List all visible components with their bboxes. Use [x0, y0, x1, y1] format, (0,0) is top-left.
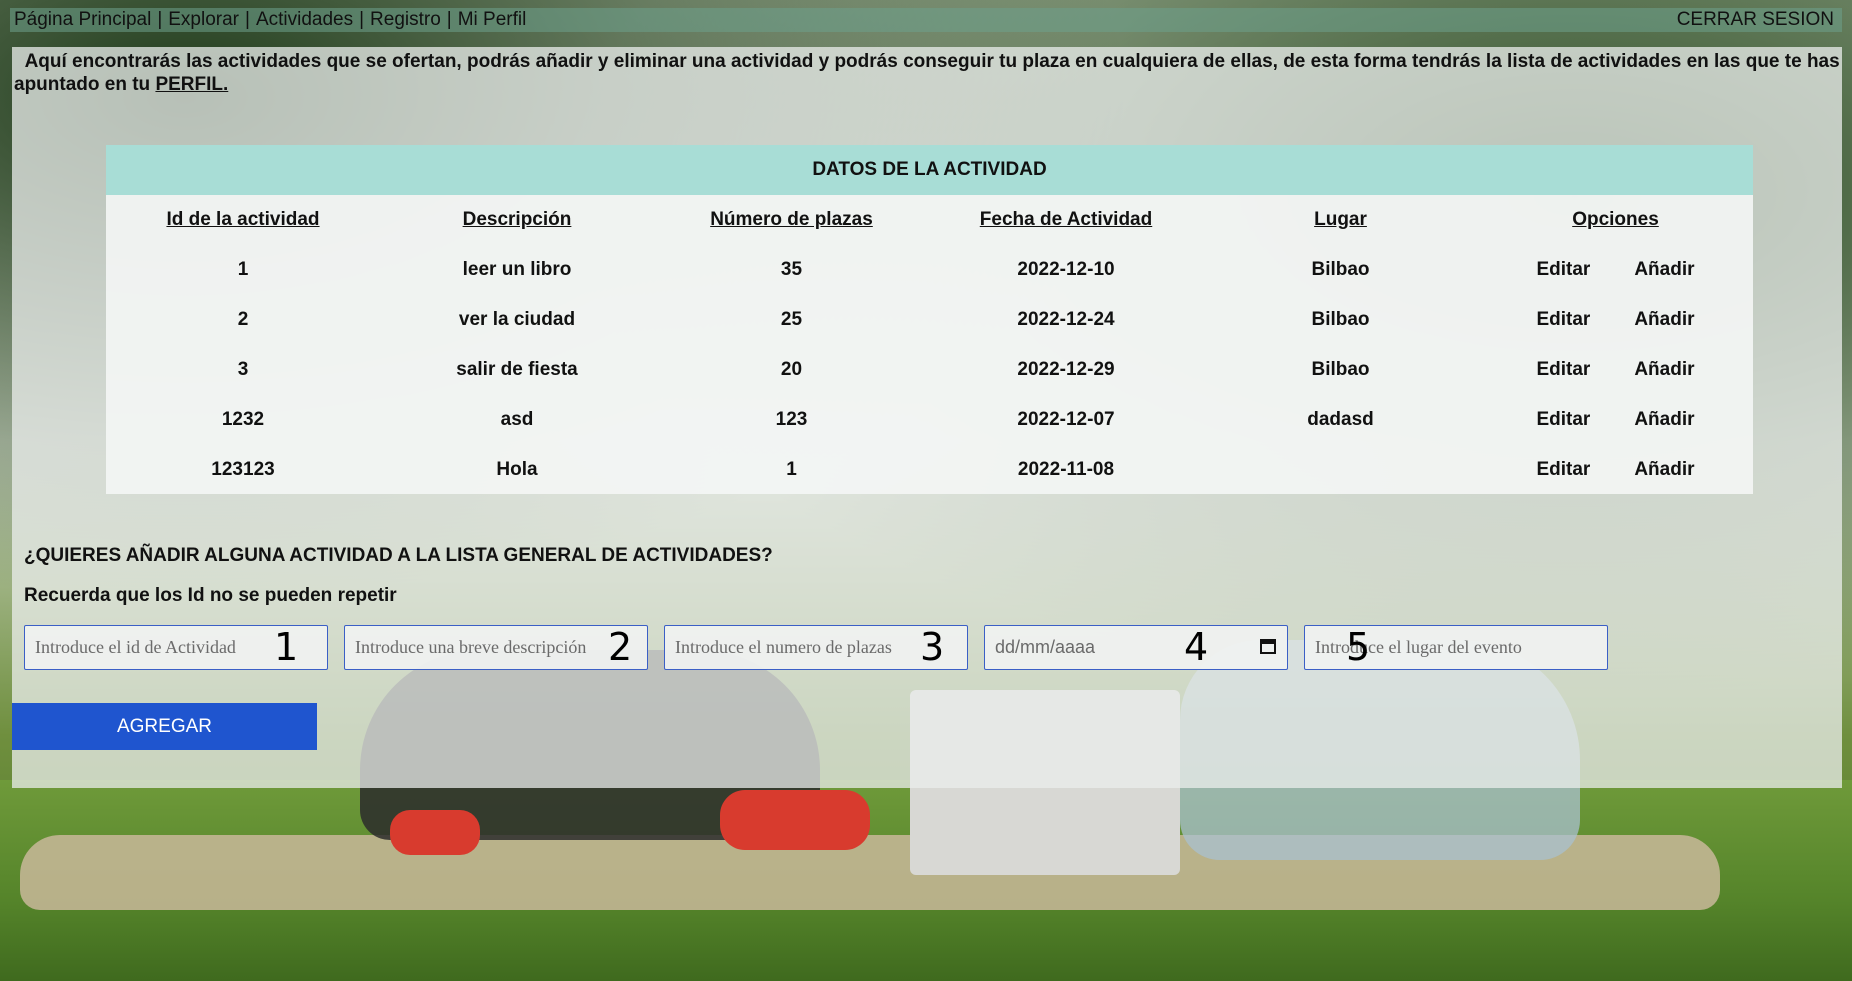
cell-date: 2022-12-29 — [1017, 359, 1115, 380]
id-field-wrapper: 1 — [24, 625, 328, 670]
cell-date: 2022-12-10 — [1017, 259, 1115, 280]
cell-id: 2 — [237, 309, 249, 330]
cell-description: ver la ciudad — [458, 309, 576, 330]
cell-date: 2022-12-07 — [1017, 409, 1115, 430]
nav-separator: | — [359, 9, 365, 30]
cell-options: Editar Añadir — [1478, 345, 1753, 395]
calendar-icon[interactable] — [1260, 639, 1276, 654]
cell-seats: 123 — [775, 409, 808, 430]
nav-links: Página Principal | Explorar | Actividade… — [10, 9, 526, 31]
id-reminder: Recuerda que los Id no se pueden repetir — [24, 585, 397, 606]
date-input[interactable] — [984, 625, 1288, 670]
profile-link[interactable]: PERFIL. — [155, 74, 228, 95]
logout-link[interactable]: CERRAR SESION — [1677, 9, 1842, 31]
cell-date: 2022-12-24 — [1017, 309, 1115, 330]
nav-profile[interactable]: Mi Perfil — [458, 9, 527, 31]
cell-options: Editar Añadir — [1478, 295, 1753, 345]
header-place: Lugar — [1314, 209, 1367, 230]
cell-place: Bilbao — [1311, 309, 1370, 330]
header-description: Descripción — [462, 209, 572, 230]
table-row: 1232 asd 123 2022-12-07 dadasd Editar Aña… — [106, 395, 1753, 445]
main-panel: Aquí encontrarás las actividades que se … — [12, 47, 1842, 788]
seats-field-wrapper: 3 — [664, 625, 968, 670]
cell-id: 1232 — [221, 409, 265, 430]
nav-separator: | — [446, 9, 452, 30]
date-field-wrapper: 4 — [984, 625, 1288, 670]
place-input[interactable] — [1304, 625, 1608, 670]
nav-separator: | — [245, 9, 250, 30]
cell-place — [1203, 445, 1478, 495]
add-button[interactable]: Añadir — [1634, 259, 1694, 281]
place-field-wrapper: 5 — [1304, 625, 1608, 670]
add-activity-form: 1 2 3 4 5 — [24, 625, 1608, 670]
add-button[interactable]: Añadir — [1634, 459, 1694, 481]
activities-table: DATOS DE LA ACTIVIDAD Id de la actividad… — [106, 145, 1753, 494]
add-button[interactable]: Añadir — [1634, 359, 1694, 381]
cell-id: 123123 — [211, 459, 275, 480]
description-field-wrapper: 2 — [344, 625, 648, 670]
nav-activities[interactable]: Actividades — [256, 9, 353, 31]
cell-description: asd — [500, 409, 534, 430]
edit-button[interactable]: Editar — [1536, 459, 1590, 481]
cell-date: 2022-11-08 — [1017, 459, 1115, 480]
activities-grid: Id de la actividad Descripción Número de… — [106, 195, 1753, 495]
table-header-row: Id de la actividad Descripción Número de… — [106, 195, 1753, 245]
cell-description: leer un libro — [462, 259, 572, 280]
agregar-button[interactable]: AGREGAR — [12, 703, 317, 750]
cell-id: 1 — [237, 259, 249, 280]
nav-explore[interactable]: Explorar — [168, 9, 239, 31]
cell-seats: 35 — [780, 259, 803, 280]
cell-seats: 1 — [786, 459, 797, 480]
description-input[interactable] — [344, 625, 648, 670]
nav-home[interactable]: Página Principal — [14, 9, 151, 31]
intro-body: Aquí encontrarás las actividades que se … — [14, 51, 1840, 95]
nav-register[interactable]: Registro — [370, 9, 441, 31]
table-row: 1 leer un libro 35 2022-12-10 Bilbao Edi… — [106, 245, 1753, 295]
cell-description: salir de fiesta — [456, 359, 578, 380]
edit-button[interactable]: Editar — [1536, 359, 1590, 381]
activity-id-input[interactable] — [24, 625, 328, 670]
edit-button[interactable]: Editar — [1536, 309, 1590, 331]
cell-options: Editar Añadir — [1478, 245, 1753, 295]
cell-seats: 25 — [780, 309, 803, 330]
header-date: Fecha de Actividad — [979, 209, 1153, 230]
table-row: 3 salir de fiesta 20 2022-12-29 Bilbao E… — [106, 345, 1753, 395]
cell-options: Editar Añadir — [1478, 395, 1753, 445]
intro-text: Aquí encontrarás las actividades que se … — [14, 50, 1840, 96]
red-shoe — [720, 790, 870, 850]
header-seats: Número de plazas — [710, 209, 873, 230]
table-title: DATOS DE LA ACTIVIDAD — [106, 145, 1753, 195]
table-row: 2 ver la ciudad 25 2022-12-24 Bilbao Edi… — [106, 295, 1753, 345]
seats-input[interactable] — [664, 625, 968, 670]
table-row: 123123 Hola 1 2022-11-08 Editar Añadir — [106, 445, 1753, 495]
cell-place: Bilbao — [1311, 259, 1370, 280]
edit-button[interactable]: Editar — [1536, 409, 1590, 431]
header-options: Opciones — [1572, 209, 1659, 230]
edit-button[interactable]: Editar — [1536, 259, 1590, 281]
nav-separator: | — [157, 9, 163, 30]
add-button[interactable]: Añadir — [1634, 409, 1694, 431]
cell-options: Editar Añadir — [1478, 445, 1753, 495]
add-button[interactable]: Añadir — [1634, 309, 1694, 331]
header-id: Id de la actividad — [166, 209, 320, 230]
red-shoe — [390, 810, 480, 855]
cell-id: 3 — [237, 359, 249, 380]
cell-seats: 20 — [780, 359, 803, 380]
top-nav: Página Principal | Explorar | Actividade… — [10, 8, 1842, 32]
cell-place: Bilbao — [1311, 359, 1370, 380]
cell-place: dadasd — [1307, 409, 1374, 430]
cell-description: Hola — [496, 459, 538, 480]
add-activity-question: ¿QUIERES AÑADIR ALGUNA ACTIVIDAD A LA LI… — [24, 545, 773, 566]
